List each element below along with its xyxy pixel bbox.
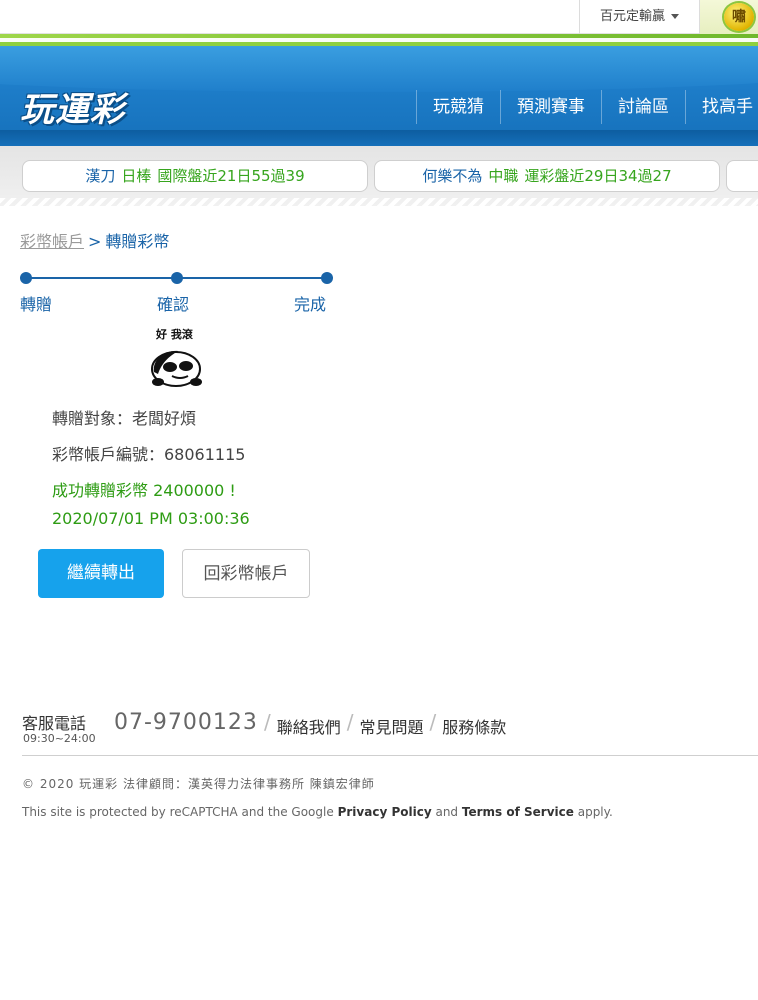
- user-badge[interactable]: 嘯: [700, 0, 758, 34]
- footer-links: / 聯絡我們 / 常見問題 / 服務條款: [258, 710, 506, 738]
- slash-divider: /: [429, 710, 437, 734]
- step-dot: [20, 272, 32, 284]
- wager-dropdown-label: 百元定輸贏: [599, 9, 665, 24]
- continue-transfer-button[interactable]: 繼續轉出: [38, 549, 164, 598]
- ticker-league: 中職: [488, 167, 519, 185]
- transfer-timestamp: 2020/07/01 PM 03:00:36: [52, 509, 250, 528]
- ticker-card[interactable]: 漢刀 日棒 國際盤近21日55過39: [22, 160, 368, 192]
- wager-dropdown[interactable]: 百元定輸贏: [579, 0, 700, 34]
- recaptcha-prefix: This site is protected by reCAPTCHA and …: [22, 805, 334, 819]
- recaptcha-notice: This site is protected by reCAPTCHA and …: [22, 805, 613, 819]
- ticker-card-partial[interactable]: [726, 160, 758, 192]
- slash-divider: /: [346, 710, 354, 734]
- site-header: 玩運彩 玩競猜 預測賽事 討論區 找高手: [0, 34, 758, 146]
- footer-contact: 客服電話 09:30~24:00 07-9700123 / 聯絡我們 / 常見問…: [22, 710, 758, 756]
- account-number: 彩幣帳戶編號：68061115: [52, 445, 246, 464]
- step-label-transfer: 轉贈: [20, 295, 53, 314]
- ticker-stat: 國際盤近21日55過39: [157, 167, 305, 185]
- footer-link-faq[interactable]: 常見問題: [360, 714, 424, 738]
- coin-icon: 嘯: [724, 3, 754, 31]
- caret-down-icon: [671, 14, 679, 19]
- step-label-confirm: 確認: [157, 295, 190, 314]
- nav-item-forum[interactable]: 討論區: [601, 90, 685, 124]
- back-to-account-button[interactable]: 回彩幣帳戶: [182, 549, 310, 598]
- footer-phone-label: 客服電話: [22, 714, 87, 733]
- panda-sticker: 好 我滾: [148, 326, 208, 390]
- recaptcha-apply: apply.: [577, 805, 613, 819]
- sticker-caption: 好 我滾: [156, 328, 193, 341]
- transfer-target: 轉贈對象：老闆好煩: [52, 409, 197, 428]
- breadcrumb: 彩幣帳戶 > 轉贈彩幣: [20, 228, 169, 252]
- ticker-stat: 運彩盤近29日34過27: [524, 167, 672, 185]
- breadcrumb-current: 轉贈彩幣: [105, 232, 170, 251]
- recaptcha-and: and: [435, 805, 459, 819]
- nav-item-find-experts[interactable]: 找高手: [685, 90, 758, 124]
- footer-link-terms[interactable]: 服務條款: [442, 714, 506, 738]
- step-dot: [171, 272, 183, 284]
- main-nav: 玩競猜 預測賽事 討論區 找高手: [416, 90, 758, 124]
- step-label-complete: 完成: [294, 295, 327, 314]
- nav-item-play-guess[interactable]: 玩競猜: [416, 90, 500, 124]
- breadcrumb-coin-account-link[interactable]: 彩幣帳戶: [20, 232, 84, 251]
- panda-face-icon: [151, 350, 202, 387]
- step-dot: [321, 272, 333, 284]
- ticker-card[interactable]: 何樂不為 中職 運彩盤近29日34過27: [374, 160, 720, 192]
- progress-steps: 轉贈 確認 完成: [20, 270, 333, 314]
- top-utility-bar: 百元定輸贏 嘯: [0, 0, 758, 34]
- expert-ticker: 漢刀 日棒 國際盤近21日55過39 何樂不為 中職 運彩盤近29日34過27: [0, 146, 758, 206]
- slash-divider: /: [264, 710, 271, 734]
- footer-link-contact[interactable]: 聯絡我們: [277, 714, 341, 738]
- site-logo[interactable]: 玩運彩: [20, 82, 125, 131]
- nav-item-predict[interactable]: 預測賽事: [500, 90, 601, 124]
- privacy-policy-link[interactable]: Privacy Policy: [338, 805, 432, 819]
- breadcrumb-separator: >: [88, 232, 102, 251]
- footer-hours: 09:30~24:00: [23, 732, 96, 745]
- ticker-expert-name: 何樂不為: [422, 167, 483, 185]
- footer-phone-number[interactable]: 07-9700123: [114, 710, 258, 735]
- terms-of-service-link[interactable]: Terms of Service: [462, 805, 574, 819]
- footer-copyright: © 2020 玩運彩 法律顧問：漢英得力法律事務所 陳鎮宏律師: [22, 777, 375, 791]
- ticker-league: 日棒: [121, 167, 152, 185]
- success-message: 成功轉贈彩幣 2400000 !: [52, 481, 236, 500]
- ticker-expert-name: 漢刀: [85, 167, 116, 185]
